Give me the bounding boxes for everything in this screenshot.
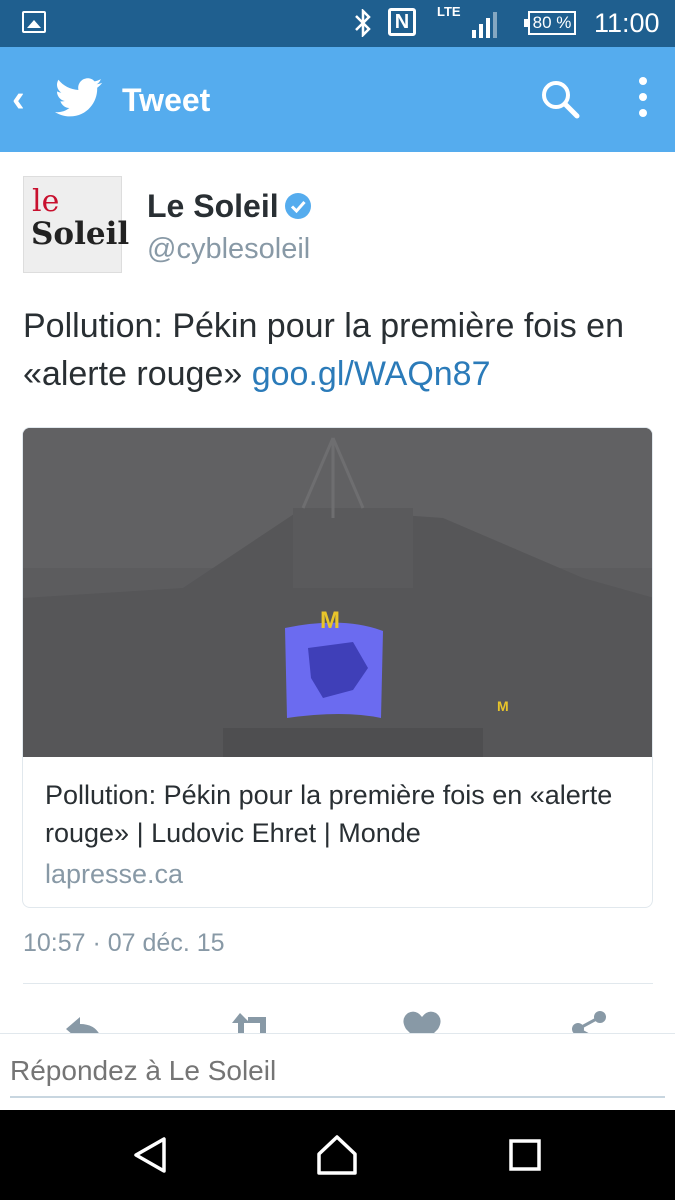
avatar[interactable]: le Soleil xyxy=(23,176,129,273)
reply-input[interactable] xyxy=(10,1046,665,1098)
clock: 11:00 xyxy=(594,8,660,38)
avatar-logo-line2: Soleil xyxy=(31,216,130,252)
retweet-icon[interactable] xyxy=(230,1009,274,1035)
tweet-text: Pollution: Pékin pour la première fois e… xyxy=(23,302,663,398)
back-icon[interactable]: ‹ xyxy=(12,79,25,119)
nfc-icon: N xyxy=(388,8,416,36)
tweet-link[interactable]: goo.gl/WAQn87 xyxy=(252,355,491,393)
reply-icon[interactable] xyxy=(62,1009,106,1035)
divider xyxy=(23,983,653,984)
author-name[interactable]: Le Soleil xyxy=(147,186,279,226)
tweet-timestamp: 10:57 · 07 déc. 15 xyxy=(23,929,225,957)
card-image: M M xyxy=(23,428,652,757)
page-title: Tweet xyxy=(122,82,211,118)
status-bar: N LTE 80 % 11:00 xyxy=(0,0,675,47)
network-type: LTE xyxy=(437,4,461,19)
more-icon[interactable] xyxy=(630,77,656,123)
twitter-bird-icon xyxy=(55,78,103,117)
reply-bar xyxy=(0,1033,675,1110)
image-icon xyxy=(22,11,46,33)
verified-icon xyxy=(285,193,311,219)
card-domain: lapresse.ca xyxy=(45,859,184,889)
svg-text:M: M xyxy=(320,607,340,634)
battery-level: 80 % xyxy=(532,13,572,32)
bluetooth-icon xyxy=(353,7,373,42)
link-card[interactable]: M M Pollution: Pékin pour la première fo… xyxy=(22,427,653,908)
nav-recents-icon[interactable] xyxy=(502,1132,548,1178)
avatar-logo-line1: le xyxy=(32,184,60,219)
battery-icon: 80 % xyxy=(524,11,576,35)
nav-back-icon[interactable] xyxy=(128,1132,174,1178)
tweet-actions xyxy=(0,1005,675,1035)
signal-icon xyxy=(472,12,497,38)
share-icon[interactable] xyxy=(568,1009,612,1035)
app-bar: ‹ Tweet xyxy=(0,47,675,152)
system-nav-bar xyxy=(0,1110,675,1200)
card-title: Pollution: Pékin pour la première fois e… xyxy=(45,780,613,848)
search-icon[interactable] xyxy=(538,77,582,121)
author-handle[interactable]: @cyblesoleil xyxy=(147,230,310,268)
like-icon[interactable] xyxy=(400,1009,444,1035)
nav-home-icon[interactable] xyxy=(314,1132,360,1178)
svg-text:M: M xyxy=(497,698,509,714)
